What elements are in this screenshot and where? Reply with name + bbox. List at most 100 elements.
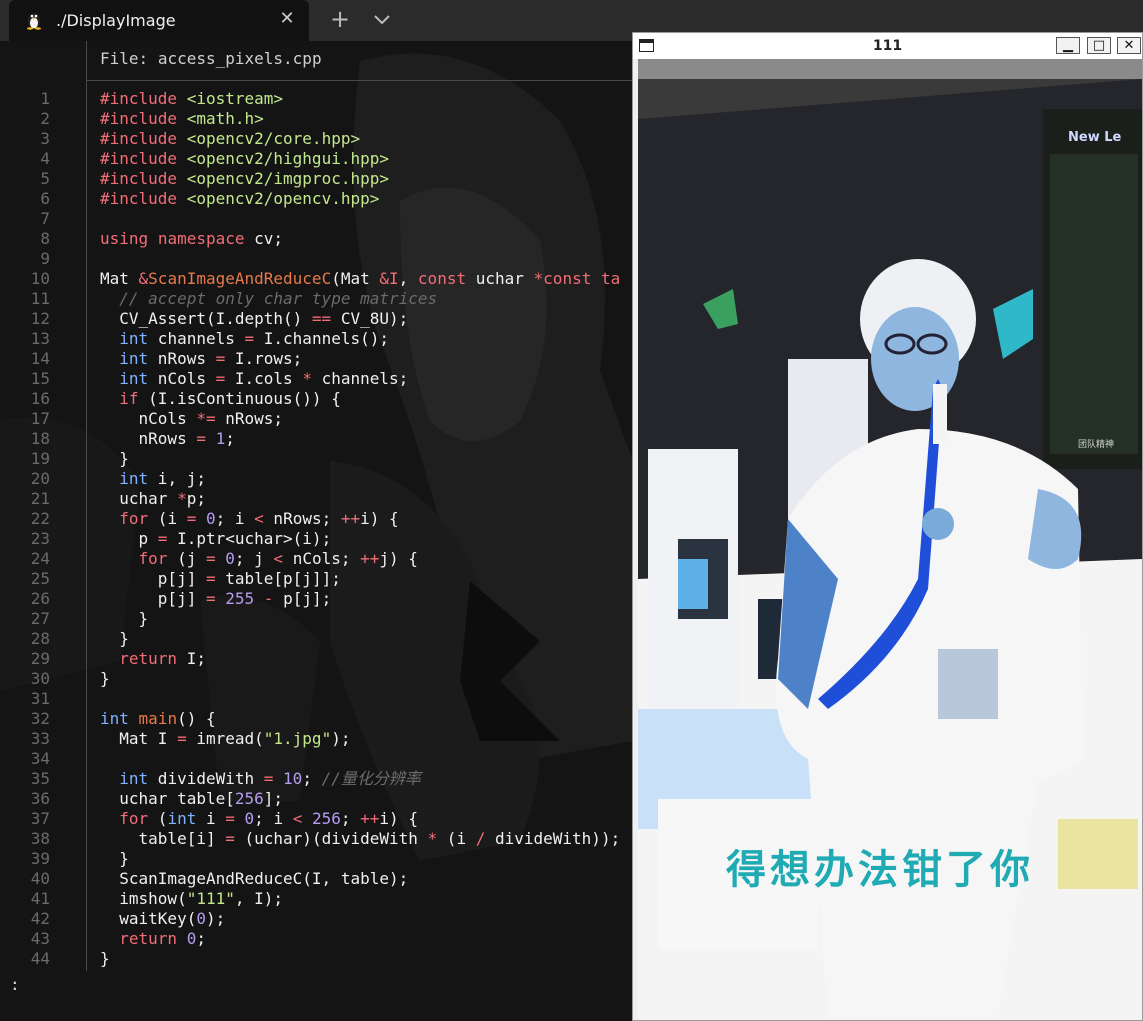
- code-line: 2 #include <math.h>: [0, 109, 633, 129]
- maximize-button[interactable]: □: [1087, 37, 1111, 54]
- code-text: #include <opencv2/core.hpp>: [100, 129, 361, 148]
- code-line: 18 nRows = 1;: [0, 429, 633, 449]
- code-text: for (int i = 0; i < 256; ++i) {: [119, 809, 418, 828]
- line-number: 1: [40, 89, 50, 108]
- line-number: 8: [40, 229, 50, 248]
- code-text: // accept only char type matrices: [119, 289, 438, 308]
- code-text: int main() {: [100, 709, 216, 728]
- line-number: 4: [40, 149, 50, 168]
- code-text: }: [100, 449, 129, 468]
- terminal-pane[interactable]: File: access_pixels.cpp 1 #include <iostr…: [0, 41, 633, 1021]
- code-text: int nRows = I.rows;: [119, 349, 303, 368]
- code-text: using namespace cv;: [100, 229, 284, 248]
- line-number: 39: [30, 849, 50, 868]
- code-text: #include <opencv2/imgproc.hpp>: [100, 169, 389, 188]
- close-tab-icon[interactable]: ✕: [275, 8, 299, 29]
- line-number: 13: [30, 329, 50, 348]
- image-window[interactable]: 111 ▁ □ ✕ New Le 团队精神 得想办法钳了你: [632, 32, 1143, 1021]
- image-canvas: New Le 团队精神 得想办法钳了你: [638, 59, 1142, 1020]
- code-text: imshow("111", I);: [100, 889, 284, 908]
- code-text: }: [100, 849, 129, 868]
- linux-penguin-icon: [27, 13, 41, 30]
- code-line: 28 }: [0, 629, 633, 649]
- code-line: 36 uchar table[256];: [0, 789, 633, 809]
- line-number: 12: [30, 309, 50, 328]
- code-line: 1 #include <iostream>: [0, 89, 633, 109]
- code-line: 9: [0, 249, 633, 269]
- line-number: 25: [30, 569, 50, 588]
- code-text: if (I.isContinuous()) {: [119, 389, 341, 408]
- code-line: 23 p = I.ptr<uchar>(i);: [0, 529, 633, 549]
- new-tab-button[interactable]: +: [327, 5, 353, 33]
- line-number: 5: [40, 169, 50, 188]
- line-number: 11: [30, 289, 50, 308]
- file-label: File:: [100, 49, 149, 68]
- code-view[interactable]: 1 #include <iostream> 2 #include <math.h> 3 #…: [0, 89, 633, 969]
- code-line: 39 }: [0, 849, 633, 869]
- line-number: 2: [40, 109, 50, 128]
- code-text: #include <iostream>: [100, 89, 284, 108]
- code-line: 26 p[j] = 255 - p[j];: [0, 589, 633, 609]
- line-number: 7: [40, 209, 50, 228]
- line-number: 27: [30, 609, 50, 628]
- code-text: nRows = 1;: [100, 429, 235, 448]
- line-number: 36: [30, 789, 50, 808]
- code-text: #include <math.h>: [100, 109, 264, 128]
- line-number: 3: [40, 129, 50, 148]
- code-line: 43 return 0;: [0, 929, 633, 949]
- line-number: 37: [30, 809, 50, 828]
- code-line: 42 waitKey(0);: [0, 909, 633, 929]
- code-text: return 0;: [119, 929, 206, 948]
- code-line: 16 if (I.isContinuous()) {: [0, 389, 633, 409]
- line-number: 30: [30, 669, 50, 688]
- code-line: 5 #include <opencv2/imgproc.hpp>: [0, 169, 633, 189]
- code-text: int channels = I.channels();: [119, 329, 389, 348]
- close-button[interactable]: ✕: [1117, 37, 1141, 54]
- tab-title: ./DisplayImage: [56, 11, 176, 30]
- chevron-down-icon[interactable]: [370, 9, 394, 29]
- code-text: int i, j;: [119, 469, 206, 488]
- code-text: p[j] = table[p[j]];: [100, 569, 341, 588]
- line-number: 43: [30, 929, 50, 948]
- code-text: Mat I = imread("1.jpg");: [100, 729, 351, 748]
- code-line: 38 table[i] = (uchar)(divideWith * (i / …: [0, 829, 633, 849]
- code-text: return I;: [119, 649, 206, 668]
- code-text: uchar *p;: [100, 489, 206, 508]
- line-number: 18: [30, 429, 50, 448]
- code-line: 29 return I;: [0, 649, 633, 669]
- line-number: 16: [30, 389, 50, 408]
- code-text: uchar table[256];: [100, 789, 284, 808]
- line-number: 41: [30, 889, 50, 908]
- tab-displayimage[interactable]: ./DisplayImage ✕: [9, 0, 309, 41]
- code-text: }: [100, 609, 149, 628]
- code-line: 6 #include <opencv2/opencv.hpp>: [0, 189, 633, 209]
- code-text: }: [100, 949, 110, 968]
- line-number: 29: [30, 649, 50, 668]
- code-text: #include <opencv2/opencv.hpp>: [100, 189, 380, 208]
- line-number: 20: [30, 469, 50, 488]
- code-line: 27 }: [0, 609, 633, 629]
- code-line: 4 #include <opencv2/highgui.hpp>: [0, 149, 633, 169]
- minimize-button[interactable]: ▁: [1056, 37, 1080, 54]
- file-header: File: access_pixels.cpp: [100, 49, 322, 68]
- code-line: 40 ScanImageAndReduceC(I, table);: [0, 869, 633, 889]
- line-number: 6: [40, 189, 50, 208]
- line-number: 17: [30, 409, 50, 428]
- code-text: #include <opencv2/highgui.hpp>: [100, 149, 389, 168]
- code-line: 24 for (j = 0; j < nCols; ++j) {: [0, 549, 633, 569]
- code-text: ScanImageAndReduceC(I, table);: [100, 869, 409, 888]
- code-line: 30}: [0, 669, 633, 689]
- code-line: 35 int divideWith = 10; //量化分辨率: [0, 769, 633, 789]
- image-caption: 得想办法钳了你: [726, 846, 1034, 893]
- file-name: access_pixels.cpp: [157, 49, 322, 68]
- code-text: int divideWith = 10; //量化分辨率: [119, 769, 421, 788]
- code-text: for (i = 0; i < nRows; ++i) {: [119, 509, 399, 528]
- line-number: 38: [30, 829, 50, 848]
- pager-prompt[interactable]: :: [10, 975, 20, 994]
- code-text: table[i] = (uchar)(divideWith * (i / div…: [100, 829, 621, 848]
- code-line: 14 int nRows = I.rows;: [0, 349, 633, 369]
- window-titlebar[interactable]: 111 ▁ □ ✕: [633, 33, 1142, 59]
- code-line: 3 #include <opencv2/core.hpp>: [0, 129, 633, 149]
- board-text: New Le: [1068, 130, 1122, 145]
- line-number: 28: [30, 629, 50, 648]
